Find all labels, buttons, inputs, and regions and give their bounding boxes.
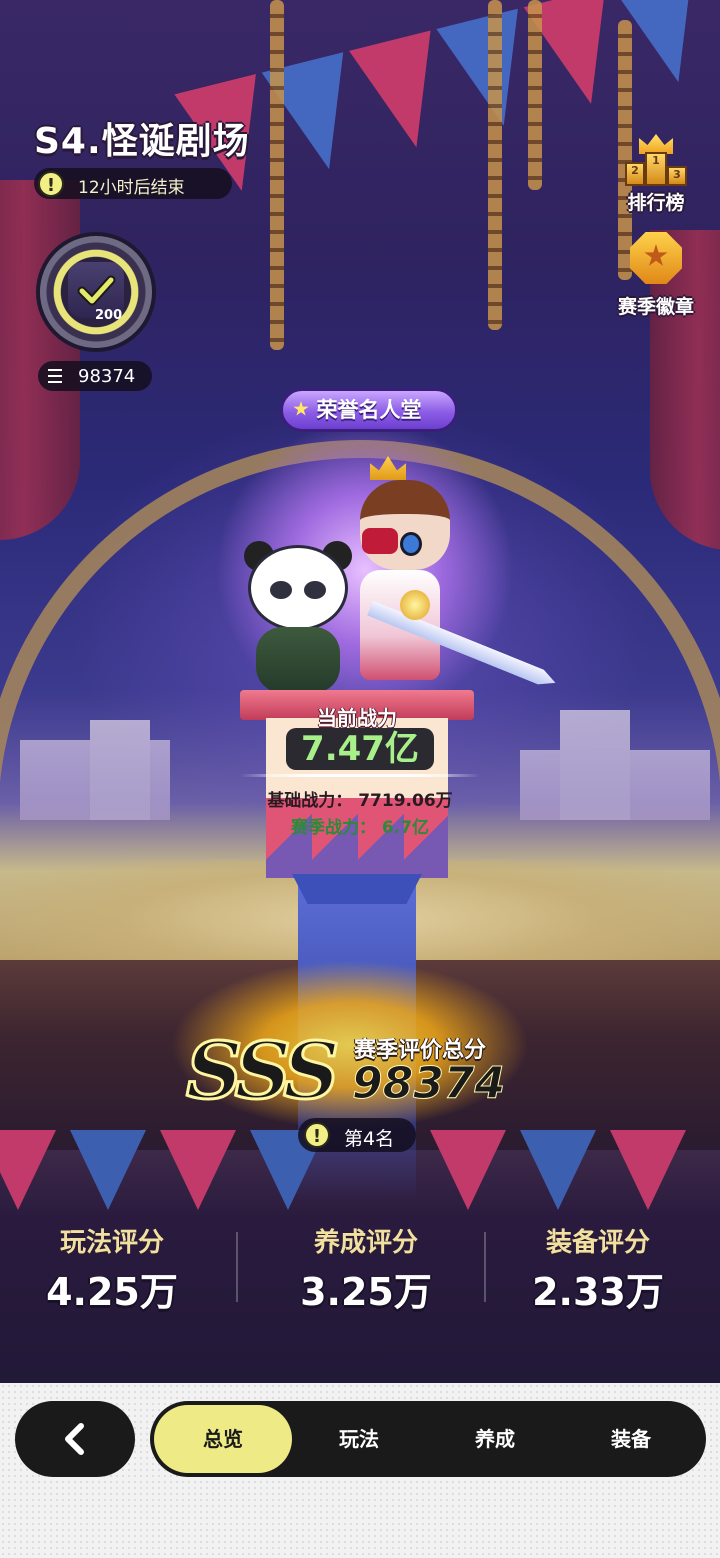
divider bbox=[484, 1232, 486, 1302]
score-value: 4.25万 bbox=[46, 1270, 178, 1314]
total-score-value: 98374 bbox=[351, 1058, 506, 1110]
hall-of-fame-label: 荣誉名人堂 bbox=[316, 398, 422, 422]
badge-score: 98374 bbox=[78, 366, 136, 387]
menu-icon bbox=[48, 369, 62, 383]
rank-text: 第4名 bbox=[344, 1128, 395, 1150]
score-pill[interactable]: 98374 bbox=[38, 361, 152, 391]
power-divider bbox=[240, 774, 480, 777]
chain-1 bbox=[270, 0, 284, 350]
rank-pill[interactable]: ! 第4名 bbox=[298, 1118, 416, 1152]
curtain-left bbox=[0, 180, 80, 540]
chain-3 bbox=[528, 0, 542, 190]
info-icon: ! bbox=[304, 1122, 330, 1148]
medal-icon bbox=[626, 228, 686, 288]
gameplay-score: 玩法评分 4.25万 bbox=[12, 1222, 212, 1316]
pedestal-base bbox=[292, 874, 422, 904]
power-value: 7.47亿 bbox=[301, 729, 419, 769]
chevron-left-icon bbox=[65, 1423, 84, 1455]
power-label: 当前战力 bbox=[317, 706, 397, 730]
badge-level: 200 bbox=[95, 308, 123, 323]
hall-of-fame-banner[interactable]: 荣誉名人堂 bbox=[280, 388, 458, 432]
info-icon: ! bbox=[38, 171, 64, 197]
season-level-badge[interactable]: 200 bbox=[40, 236, 152, 348]
hero-character[interactable] bbox=[330, 456, 470, 690]
tab-bar: 总览 玩法 养成 装备 bbox=[150, 1401, 706, 1477]
season-badge-button[interactable]: 赛季徽章 bbox=[608, 228, 704, 319]
equipment-score: 装备评分 2.33万 bbox=[498, 1222, 698, 1316]
season-timer-text: 12小时后结束 bbox=[78, 178, 185, 198]
divider bbox=[236, 1232, 238, 1302]
tab-gameplay[interactable]: 玩法 bbox=[290, 1405, 428, 1473]
bottom-nav: 总览 玩法 养成 装备 bbox=[0, 1383, 720, 1558]
season-title: S4.怪诞剧场 bbox=[34, 121, 250, 162]
grade-sss: SSS bbox=[185, 1025, 342, 1119]
score-label: 玩法评分 bbox=[59, 1228, 164, 1258]
chain-2 bbox=[488, 0, 502, 330]
season-badge-label: 赛季徽章 bbox=[617, 296, 694, 318]
pedestal-pattern bbox=[266, 800, 448, 878]
power-box: 7.47亿 bbox=[286, 728, 434, 770]
tab-overview[interactable]: 总览 bbox=[154, 1405, 292, 1473]
score-value: 2.33万 bbox=[532, 1270, 664, 1314]
back-button[interactable] bbox=[15, 1401, 135, 1477]
season-power: 赛季战力： 6.7亿 bbox=[290, 818, 430, 838]
ranking-label: 排行榜 bbox=[627, 192, 685, 214]
tab-growth[interactable]: 养成 bbox=[426, 1405, 564, 1473]
growth-score: 养成评分 3.25万 bbox=[266, 1222, 466, 1316]
base-power: 基础战力： 7719.06万 bbox=[267, 791, 453, 811]
sub-scores: 玩法评分 4.25万 养成评分 3.25万 装备评分 2.33万 bbox=[0, 1222, 720, 1322]
podium-crown-icon: 2 1 3 bbox=[625, 134, 687, 186]
tab-equipment[interactable]: 装备 bbox=[562, 1405, 700, 1473]
season-timer[interactable]: ! 12小时后结束 bbox=[34, 168, 232, 199]
ranking-button[interactable]: 2 1 3 排行榜 bbox=[608, 134, 704, 215]
score-label: 养成评分 bbox=[313, 1228, 418, 1258]
score-label: 装备评分 bbox=[545, 1228, 650, 1258]
score-value: 3.25万 bbox=[300, 1270, 432, 1314]
